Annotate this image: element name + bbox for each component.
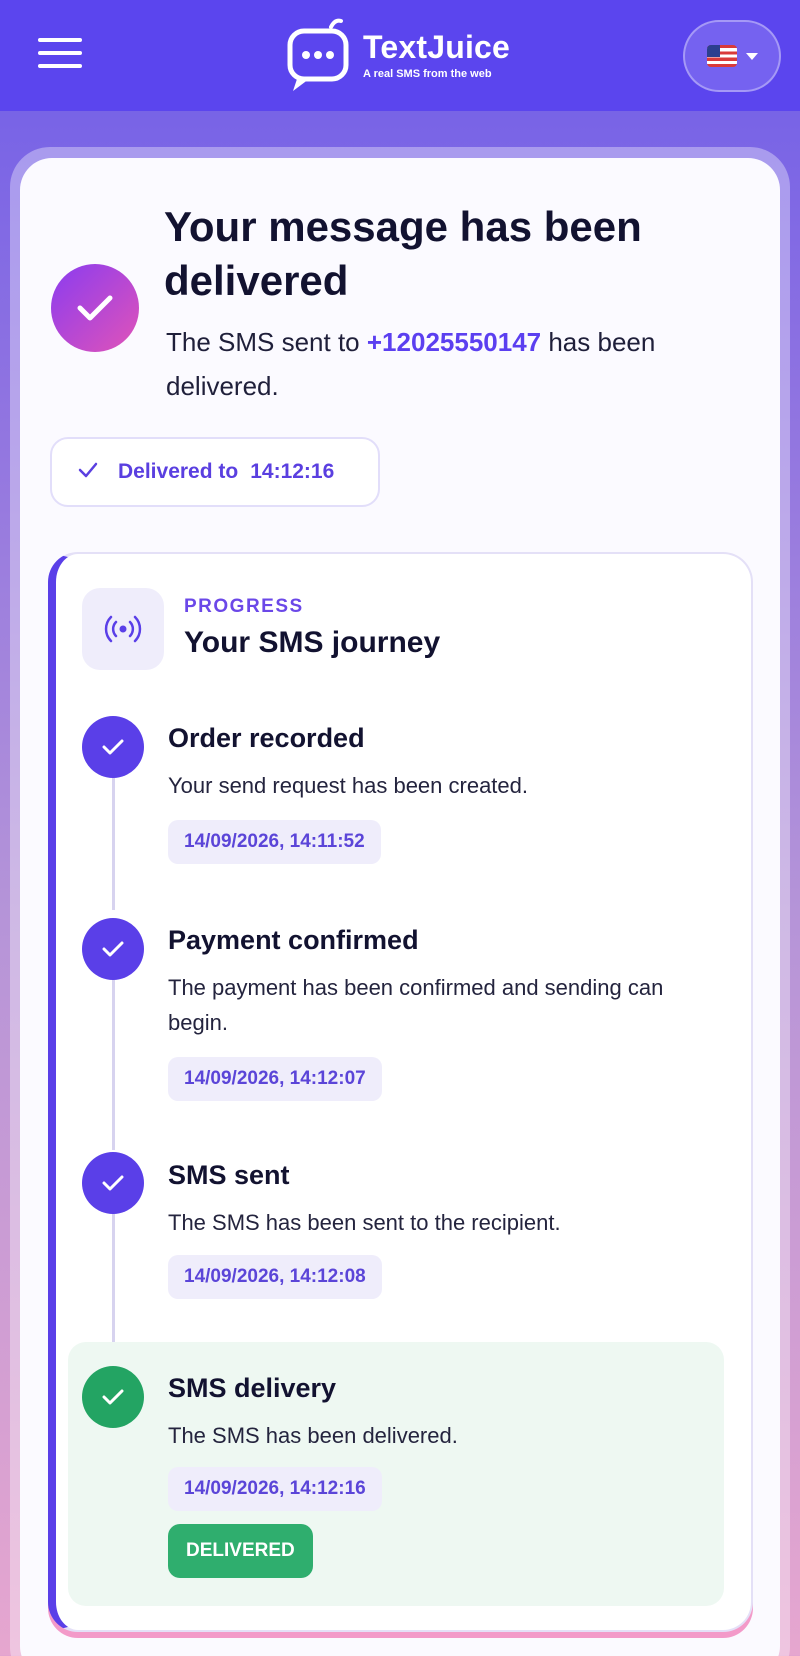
success-check-icon <box>51 264 139 352</box>
status-message: The SMS sent to +12025550147 has been de… <box>166 327 656 401</box>
broadcast-icon <box>82 588 164 670</box>
delivered-time-pill: Delivered to 14:12:16 <box>50 437 380 507</box>
step-timestamp: 14/09/2026, 14:12:08 <box>168 1255 382 1299</box>
pill-label: Delivered to <box>118 460 239 483</box>
step-timestamp: 14/09/2026, 14:11:52 <box>168 820 381 864</box>
brand-name: TextJuice <box>363 29 511 65</box>
step-check-icon <box>82 918 144 980</box>
pill-time: 14:12:16 <box>250 460 335 483</box>
language-selector[interactable] <box>683 20 781 92</box>
step-description: Your send request has been created. <box>168 773 529 798</box>
us-flag-icon <box>706 45 737 67</box>
brand-tagline: A real SMS from the web <box>363 68 492 80</box>
final-step-highlight <box>68 1342 724 1606</box>
top-bar: TextJuice A real SMS from the web <box>0 0 800 111</box>
progress-kicker: PROGRESS <box>184 596 304 617</box>
step-description: The SMS has been sent to the recipient. <box>168 1210 561 1235</box>
step-title: SMS delivery <box>168 1373 337 1403</box>
page-title: Your message has been delivered <box>164 203 642 304</box>
caret-down-icon <box>745 52 758 60</box>
menu-icon[interactable] <box>38 38 82 74</box>
timeline-connector <box>112 955 115 1150</box>
step-description: The payment has been confirmed and sendi… <box>168 975 664 1035</box>
step-check-icon <box>82 1152 144 1214</box>
step-title: Order recorded <box>168 723 365 753</box>
brand-logo[interactable]: TextJuice A real SMS from the web <box>285 15 510 95</box>
check-icon <box>78 460 98 484</box>
progress-title: Your SMS journey <box>184 626 441 659</box>
recipient-phone: +12025550147 <box>366 327 542 357</box>
step-timestamp: 14/09/2026, 14:12:07 <box>168 1057 382 1101</box>
step-title: SMS sent <box>168 1160 290 1190</box>
delivered-status-badge: DELIVERED <box>168 1524 313 1578</box>
step-check-icon <box>82 1366 144 1428</box>
chat-bubble-icon <box>285 17 353 93</box>
step-check-icon <box>82 716 144 778</box>
step-timestamp: 14/09/2026, 14:12:16 <box>168 1467 382 1511</box>
step-title: Payment confirmed <box>168 925 419 955</box>
step-description: The SMS has been delivered. <box>168 1423 458 1448</box>
